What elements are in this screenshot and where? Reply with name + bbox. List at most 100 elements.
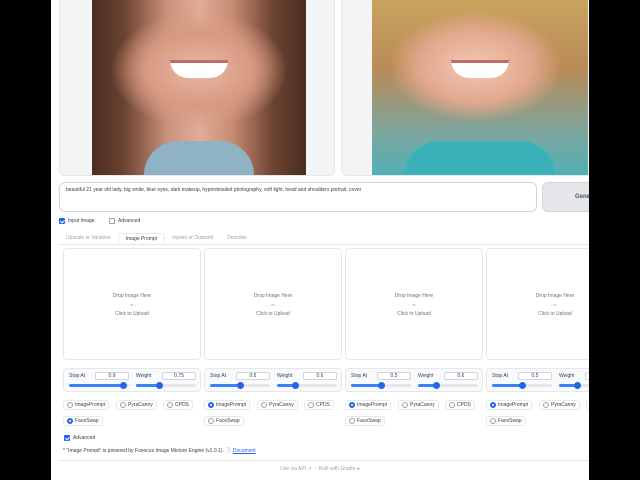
drop-or-text: - or - <box>268 302 278 307</box>
checkbox-checked-icon <box>59 218 65 224</box>
stop-at-value[interactable]: 0.5 <box>377 372 411 380</box>
radio-faceswap[interactable]: FaceSwap <box>345 416 385 426</box>
drop-image-text: Drop Image Here <box>112 293 152 299</box>
radio-dot-icon <box>167 402 173 408</box>
slider-thumb[interactable] <box>120 382 127 389</box>
radio-cpds[interactable]: CPDS <box>163 400 193 410</box>
tab-upscale[interactable]: Upscale or Variation <box>59 233 118 244</box>
stop-at-slider[interactable]: Stop At 0.5 <box>490 371 554 391</box>
radio-label-faceswap: FaceSwap <box>216 418 240 424</box>
weight-value[interactable]: 0.75 <box>162 372 196 380</box>
slider-thumb[interactable] <box>237 382 244 389</box>
advanced-checkbox-top[interactable]: Advanced <box>109 218 140 224</box>
tab-inpaint[interactable]: Inpaint or Outpaint <box>165 233 220 244</box>
radio-image_prompt[interactable]: ImagePrompt <box>63 400 110 410</box>
radio-faceswap[interactable]: FaceSwap <box>486 416 526 426</box>
stop-at-value[interactable]: 0.9 <box>95 372 129 380</box>
stop-at-label: Stop At <box>210 373 227 379</box>
radio-pyracanny[interactable]: PyraCanny <box>539 400 580 410</box>
bottom-links: Use via API ↗ · Built with Gradio ● <box>280 466 360 472</box>
slider-thumb[interactable] <box>292 382 299 389</box>
footer-note: * "Image Prompt" is powered by Fooocus I… <box>63 448 256 454</box>
radio-pyracanny[interactable]: PyraCanny <box>398 400 439 410</box>
radio-dot-icon <box>449 402 455 408</box>
radio-dot-icon <box>208 418 214 424</box>
stop-at-slider[interactable]: Stop At 0.5 <box>349 371 413 391</box>
stop-at-value[interactable]: 0.5 <box>518 372 552 380</box>
advanced-checkbox-bottom[interactable]: Advanced <box>64 435 95 441</box>
radio-dot-icon <box>543 402 549 408</box>
radio-pyracanny[interactable]: PyraCanny <box>257 400 298 410</box>
click-to-upload-text: Click to Upload <box>397 311 431 317</box>
drop-or-text: - or - <box>550 302 560 307</box>
slider-thumb[interactable] <box>433 382 440 389</box>
weight-slider[interactable]: Weight 0.75 <box>134 371 198 391</box>
radio-label-image_prompt: ImagePrompt <box>357 402 388 408</box>
image-prompt-panel-3: Drop Image Here - or - Click to Upload S… <box>345 246 483 432</box>
image-prompt-panel-1: Drop Image Here - or - Click to Upload S… <box>63 246 201 432</box>
stop-at-label: Stop At <box>351 373 368 379</box>
radio-dot-icon <box>208 402 214 408</box>
image-drop-zone[interactable]: Drop Image Here - or - Click to Upload <box>204 248 342 360</box>
radio-dot-icon <box>402 402 408 408</box>
slider-thumb[interactable] <box>155 382 163 389</box>
image-prompt-panel-2: Drop Image Here - or - Click to Upload S… <box>204 246 342 432</box>
radio-label-cpds: CPDS <box>316 402 330 408</box>
checkbox-icon <box>109 218 115 224</box>
input-image-checkbox[interactable]: Input Image <box>59 218 94 224</box>
radio-pyracanny[interactable]: PyraCanny <box>116 400 157 410</box>
radio-dot-icon <box>67 402 73 408</box>
image-drop-zone[interactable]: Drop Image Here - or - Click to Upload <box>345 248 483 360</box>
drop-or-text: - or - <box>409 302 419 307</box>
radio-label-pyracanny: PyraCanny <box>269 402 294 408</box>
radio-faceswap[interactable]: FaceSwap <box>63 416 103 426</box>
radio-label-pyracanny: PyraCanny <box>128 402 153 408</box>
checkbox-checked-icon <box>64 435 70 441</box>
footer-divider <box>59 460 589 461</box>
slider-thumb[interactable] <box>378 382 385 389</box>
weight-slider[interactable]: Weight 0.6 <box>416 371 480 391</box>
radio-cpds[interactable]: CPDS <box>445 400 475 410</box>
stop-at-slider[interactable]: Stop At 0.5 <box>208 371 272 391</box>
weight-label: Weight <box>418 373 434 379</box>
footer-note-text: * "Image Prompt" is powered by Fooocus I… <box>63 448 224 454</box>
radio-cpds[interactable]: CPDS <box>586 400 589 410</box>
image-drop-zone[interactable]: Drop Image Here - or - Click to Upload <box>63 248 201 360</box>
slider-group: Stop At 0.5 Weight 0.6 <box>486 368 589 392</box>
gallery-image-1[interactable] <box>59 0 335 176</box>
radio-image_prompt[interactable]: ImagePrompt <box>345 400 392 410</box>
generate-button[interactable]: Generate <box>542 182 589 212</box>
weight-value[interactable]: 0.6 <box>303 372 337 380</box>
weight-slider[interactable]: Weight 0.6 <box>557 371 589 391</box>
stop-at-slider[interactable]: Stop At 0.9 <box>67 371 131 391</box>
tab-image-prompt[interactable]: Image Prompt <box>117 233 166 244</box>
weight-label: Weight <box>136 373 152 379</box>
radio-label-faceswap: FaceSwap <box>75 418 99 424</box>
tab-describe[interactable]: Describe <box>220 233 254 244</box>
slider-thumb[interactable] <box>574 382 581 389</box>
advanced-label-top: Advanced <box>118 218 141 224</box>
radio-dot-icon <box>490 402 496 408</box>
built-with-gradio-link[interactable]: Built with Gradio <box>319 466 355 472</box>
stop-at-value[interactable]: 0.5 <box>236 372 270 380</box>
weight-label: Weight <box>277 373 293 379</box>
radio-faceswap[interactable]: FaceSwap <box>204 416 244 426</box>
weight-value[interactable]: 0.6 <box>585 372 589 380</box>
radio-image_prompt[interactable]: ImagePrompt <box>204 400 251 410</box>
document-link[interactable]: Document <box>233 448 256 454</box>
gallery-image-2[interactable] <box>341 0 589 176</box>
use-via-api-link[interactable]: Use via API <box>280 466 306 472</box>
radio-dot-icon <box>349 402 355 408</box>
slider-thumb[interactable] <box>519 382 526 389</box>
radio-label-faceswap: FaceSwap <box>357 418 381 424</box>
slider-group: Stop At 0.9 Weight 0.75 <box>63 368 201 392</box>
weight-slider[interactable]: Weight 0.6 <box>275 371 339 391</box>
radio-cpds[interactable]: CPDS <box>304 400 334 410</box>
radio-dot-icon <box>120 402 126 408</box>
prompt-input[interactable]: beautiful 21 year old lady, big smile, b… <box>59 182 537 212</box>
radio-image_prompt[interactable]: ImagePrompt <box>486 400 533 410</box>
radio-label-pyracanny: PyraCanny <box>551 402 576 408</box>
document-icon: 📄 <box>225 448 232 454</box>
image-drop-zone[interactable]: Drop Image Here - or - Click to Upload <box>486 248 589 360</box>
weight-value[interactable]: 0.6 <box>444 372 478 380</box>
